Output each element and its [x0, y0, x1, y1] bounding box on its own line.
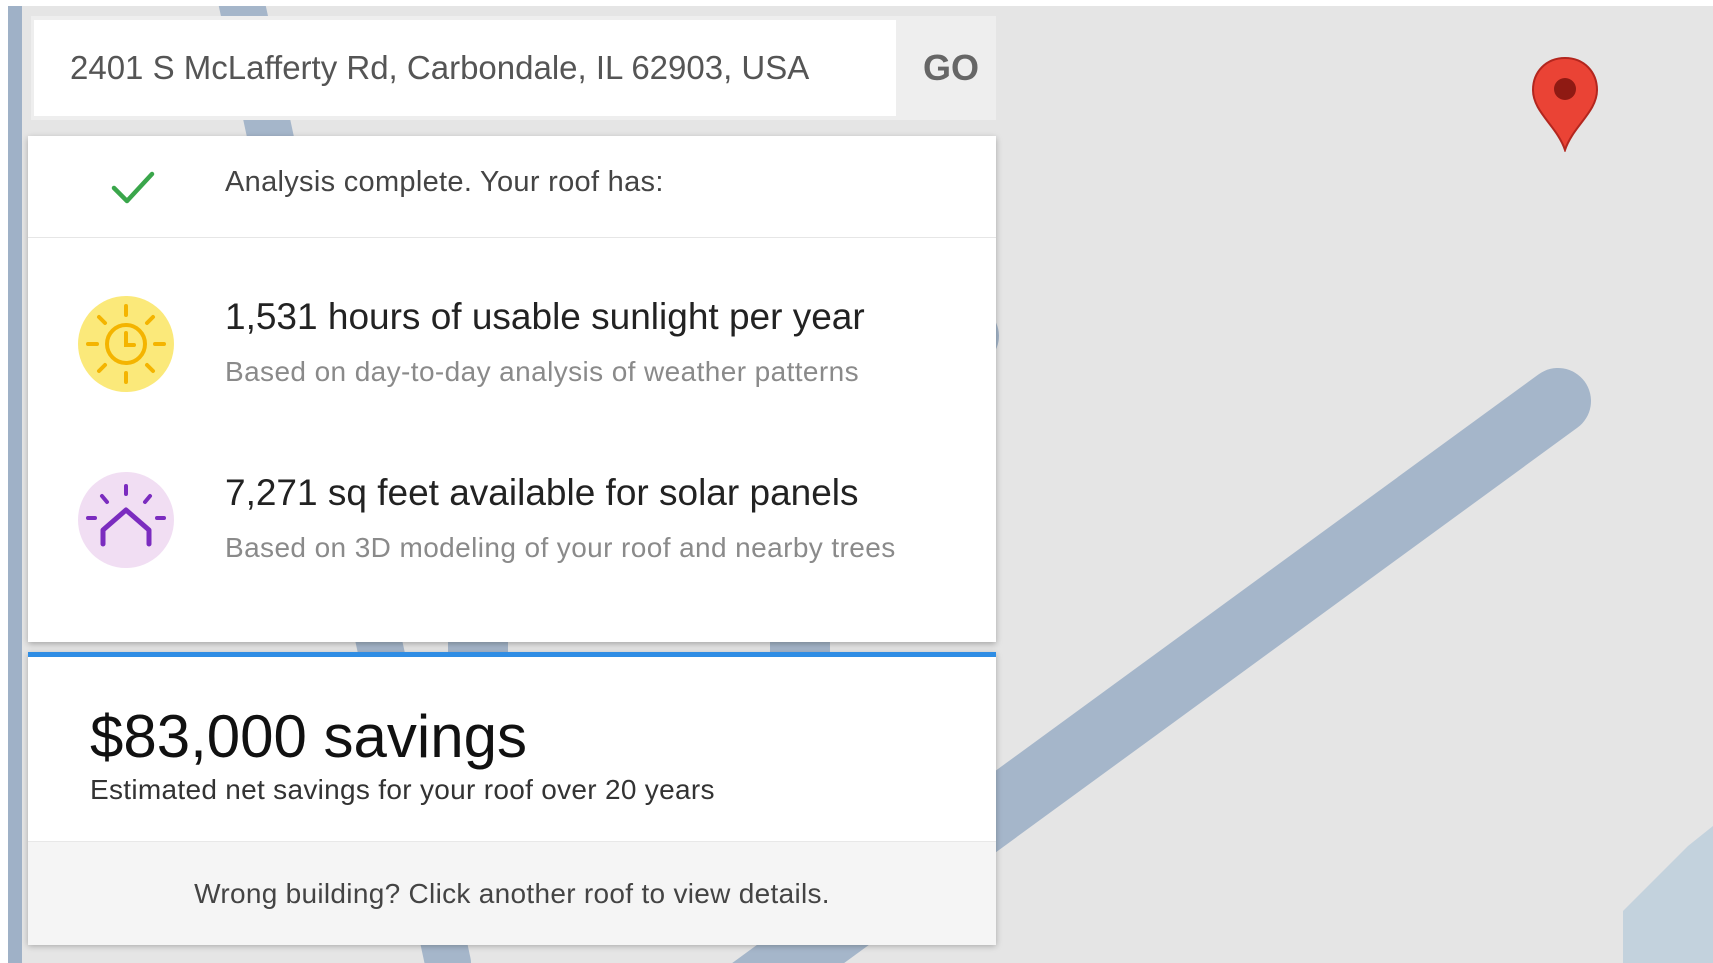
- sunlight-hours-subtitle: Based on day-to-day analysis of weather …: [225, 356, 859, 387]
- go-button[interactable]: GO: [911, 40, 991, 96]
- roof-area-subtitle: Based on 3D modeling of your roof and ne…: [225, 532, 896, 563]
- savings-card: $83,000 savings Estimated net savings fo…: [28, 652, 996, 945]
- roof-area-stat: 7,271 sq feet available for solar panels…: [28, 472, 996, 592]
- savings-subtitle: Estimated net savings for your roof over…: [90, 774, 715, 805]
- roof-area-title: 7,271 sq feet available for solar panels: [225, 472, 859, 513]
- sun-clock-icon: [78, 296, 174, 392]
- map-left-edge: [8, 6, 22, 963]
- address-search-input[interactable]: [34, 20, 896, 116]
- roof-analysis-card: Analysis complete. Your roof has: 1,531 …: [28, 136, 996, 642]
- sunlight-hours-title: 1,531 hours of usable sunlight per year: [225, 296, 865, 337]
- savings-amount: $83,000 savings: [90, 703, 527, 770]
- check-icon: [111, 171, 155, 204]
- sunlight-stat: 1,531 hours of usable sunlight per year …: [28, 296, 996, 416]
- house-rays-icon: [78, 472, 174, 568]
- map-pin-icon[interactable]: [1530, 56, 1600, 154]
- analysis-header: Analysis complete. Your roof has:: [28, 136, 996, 238]
- wrong-building-footer: Wrong building? Click another roof to vi…: [28, 841, 996, 945]
- wrong-building-text: Wrong building? Click another roof to vi…: [194, 878, 830, 909]
- address-search-bar: GO: [31, 16, 996, 120]
- analysis-status-text: Analysis complete. Your roof has:: [225, 166, 664, 198]
